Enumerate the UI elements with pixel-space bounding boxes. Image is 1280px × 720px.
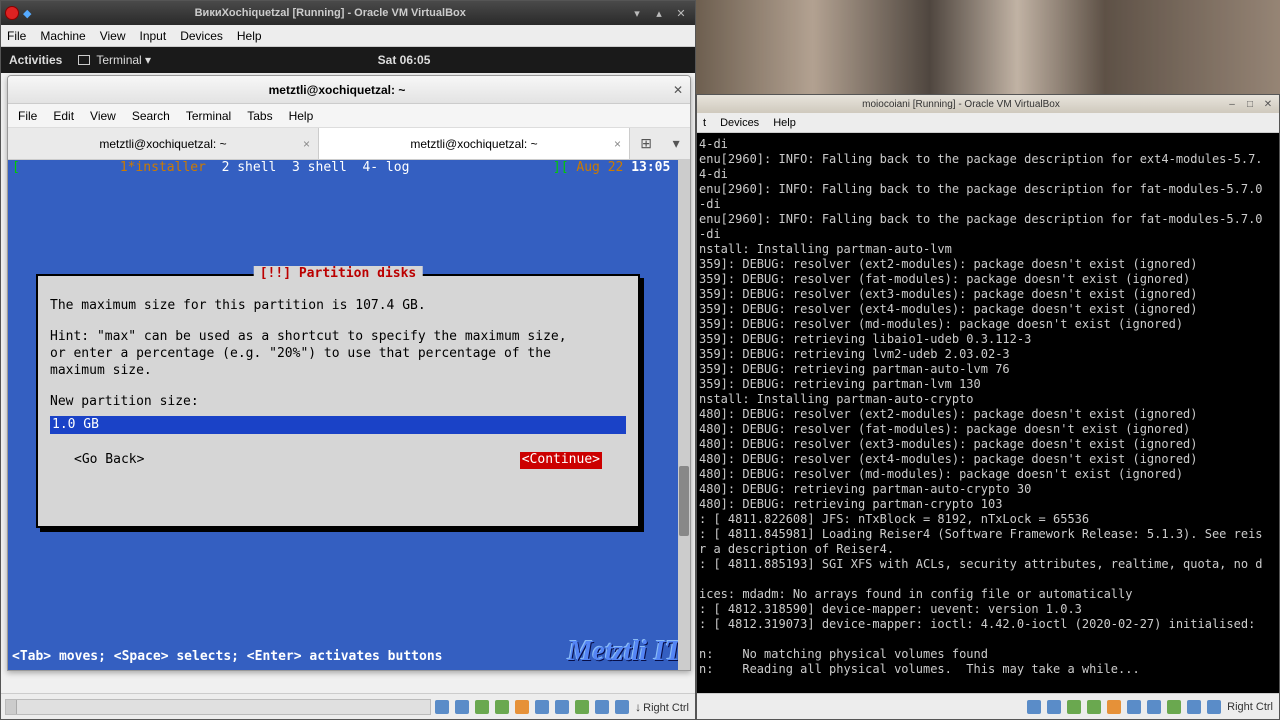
tmenu-search[interactable]: Search [132,109,170,123]
network-icon-r[interactable] [1087,700,1101,714]
optical-icon[interactable] [455,700,469,714]
terminal-menu: File Edit View Search Terminal Tabs Help [8,104,690,128]
vbox-title-text: ВикиXochiquetzal [Running] - Oracle VM V… [31,7,629,19]
vbox-menu-right: t Devices Help [697,113,1279,133]
shared-folder-icon[interactable] [535,700,549,714]
minimize-button[interactable]: ▾ [629,7,645,20]
minimize-button-right[interactable]: – [1225,99,1239,110]
shared-folder-icon-r[interactable] [1127,700,1141,714]
pin-icon[interactable]: ◆ [23,7,31,20]
vbox-titlebar: ◆ ВикиXochiquetzal [Running] - Oracle VM… [1,1,695,25]
menu-file[interactable]: File [7,29,26,43]
host-key-indicator: Right Ctrl [635,700,689,714]
vbox-menu: File Machine View Input Devices Help [1,25,695,47]
dialog-prompt: New partition size: [50,394,626,411]
screen-status-line: [1*installer 2 shell 3 shell 4- log ][ A… [8,160,690,177]
usb-icon[interactable] [515,700,529,714]
close-button-right[interactable]: ✕ [1261,99,1275,110]
menu-input[interactable]: Input [140,29,167,43]
mouse-integration-icon[interactable] [615,700,629,714]
vbox-titlebar-right: moiocoiani [Running] - Oracle VM Virtual… [697,95,1279,113]
maximize-button-right[interactable]: □ [1243,99,1257,110]
mouse-integration-icon-r[interactable] [1207,700,1221,714]
terminal-body: [1*installer 2 shell 3 shell 4- log ][ A… [8,160,690,670]
scrollbar-thumb[interactable] [679,466,689,536]
tab-menu-button[interactable]: ▾ [673,135,680,152]
recording-icon-r[interactable] [1167,700,1181,714]
menu-view[interactable]: View [100,29,126,43]
terminal-close-button[interactable]: ✕ [666,83,690,97]
vbox-title-text-right: moiocoiani [Running] - Oracle VM Virtual… [697,99,1225,110]
disk-icon-r[interactable] [1027,700,1041,714]
vbox-statusbar-left: Right Ctrl [1,693,695,719]
watermark: Metztli IT [568,634,682,670]
maximize-button[interactable]: ▴ [651,7,667,20]
clock[interactable]: Sat 06:05 [378,53,431,67]
optical-icon-r[interactable] [1047,700,1061,714]
close-button[interactable]: ✕ [673,7,689,20]
app-menu[interactable]: Terminal ▾ [78,53,151,67]
audio-icon[interactable] [475,700,489,714]
console-output: 4-di enu[2960]: INFO: Falling back to th… [697,133,1279,693]
new-tab-button[interactable]: ⊞ [640,135,652,152]
tmenu-edit[interactable]: Edit [53,109,74,123]
tmenu-file[interactable]: File [18,109,37,123]
terminal-titlebar: metztli@xochiquetzal: ~ ✕ [8,76,690,104]
cpu-icon[interactable] [595,700,609,714]
menu-partial[interactable]: t [703,117,706,129]
display-icon[interactable] [555,700,569,714]
cpu-icon-r[interactable] [1187,700,1201,714]
host-key-indicator-r: Right Ctrl [1227,701,1273,713]
terminal-title: metztli@xochiquetzal: ~ [8,83,666,97]
recording-icon[interactable] [575,700,589,714]
display-icon-r[interactable] [1147,700,1161,714]
menu-devices-r[interactable]: Devices [720,117,759,129]
tab-1-close-icon[interactable]: × [303,137,310,151]
tab-actions: ⊞ ▾ [630,128,690,159]
menu-machine[interactable]: Machine [40,29,85,43]
tmenu-tabs[interactable]: Tabs [247,109,272,123]
gnome-topbar: Activities Terminal ▾ Sat 06:05 [1,47,695,73]
tmenu-view[interactable]: View [90,109,116,123]
menu-devices[interactable]: Devices [180,29,223,43]
desktop-wallpaper-slice [696,0,1280,94]
network-icon[interactable] [495,700,509,714]
dialog-title: [!!] Partition disks [254,266,423,283]
usb-icon-r[interactable] [1107,700,1121,714]
hint-line: <Tab> moves; <Space> selects; <Enter> ac… [12,649,442,666]
tmenu-terminal[interactable]: Terminal [186,109,231,123]
terminal-tabs: metztli@xochiquetzal: ~ × metztli@xochiq… [8,128,690,160]
partition-size-input[interactable]: 1.0 GB [50,416,626,434]
tab-2-close-icon[interactable]: × [614,137,621,151]
vm-window-right: moiocoiani [Running] - Oracle VM Virtual… [696,94,1280,720]
dialog-text-1: The maximum size for this partition is 1… [50,298,626,315]
vm-window-left: ◆ ВикиXochiquetzal [Running] - Oracle VM… [0,0,696,720]
vbox-title-icons: ◆ [1,6,31,20]
disk-icon[interactable] [435,700,449,714]
activities-button[interactable]: Activities [9,53,62,67]
tmenu-help[interactable]: Help [289,109,314,123]
tab-1[interactable]: metztli@xochiquetzal: ~ × [8,128,319,159]
go-back-button[interactable]: <Go Back> [74,452,144,469]
terminal-scrollbar[interactable] [678,160,690,670]
continue-button[interactable]: <Continue> [520,452,602,469]
audio-icon-r[interactable] [1067,700,1081,714]
tab-2[interactable]: metztli@xochiquetzal: ~ × [319,128,630,159]
terminal-window: metztli@xochiquetzal: ~ ✕ File Edit View… [7,75,691,671]
partition-dialog: [!!] Partition disks The maximum size fo… [36,274,640,528]
dialog-text-2: Hint: "max" can be used as a shortcut to… [50,329,626,380]
app-icon [5,6,19,20]
menu-help-r[interactable]: Help [773,117,796,129]
terminal-icon [78,55,90,65]
menu-help[interactable]: Help [237,29,262,43]
horizontal-scrollbar[interactable] [5,699,431,715]
vbox-statusbar-right: Right Ctrl [697,693,1279,719]
